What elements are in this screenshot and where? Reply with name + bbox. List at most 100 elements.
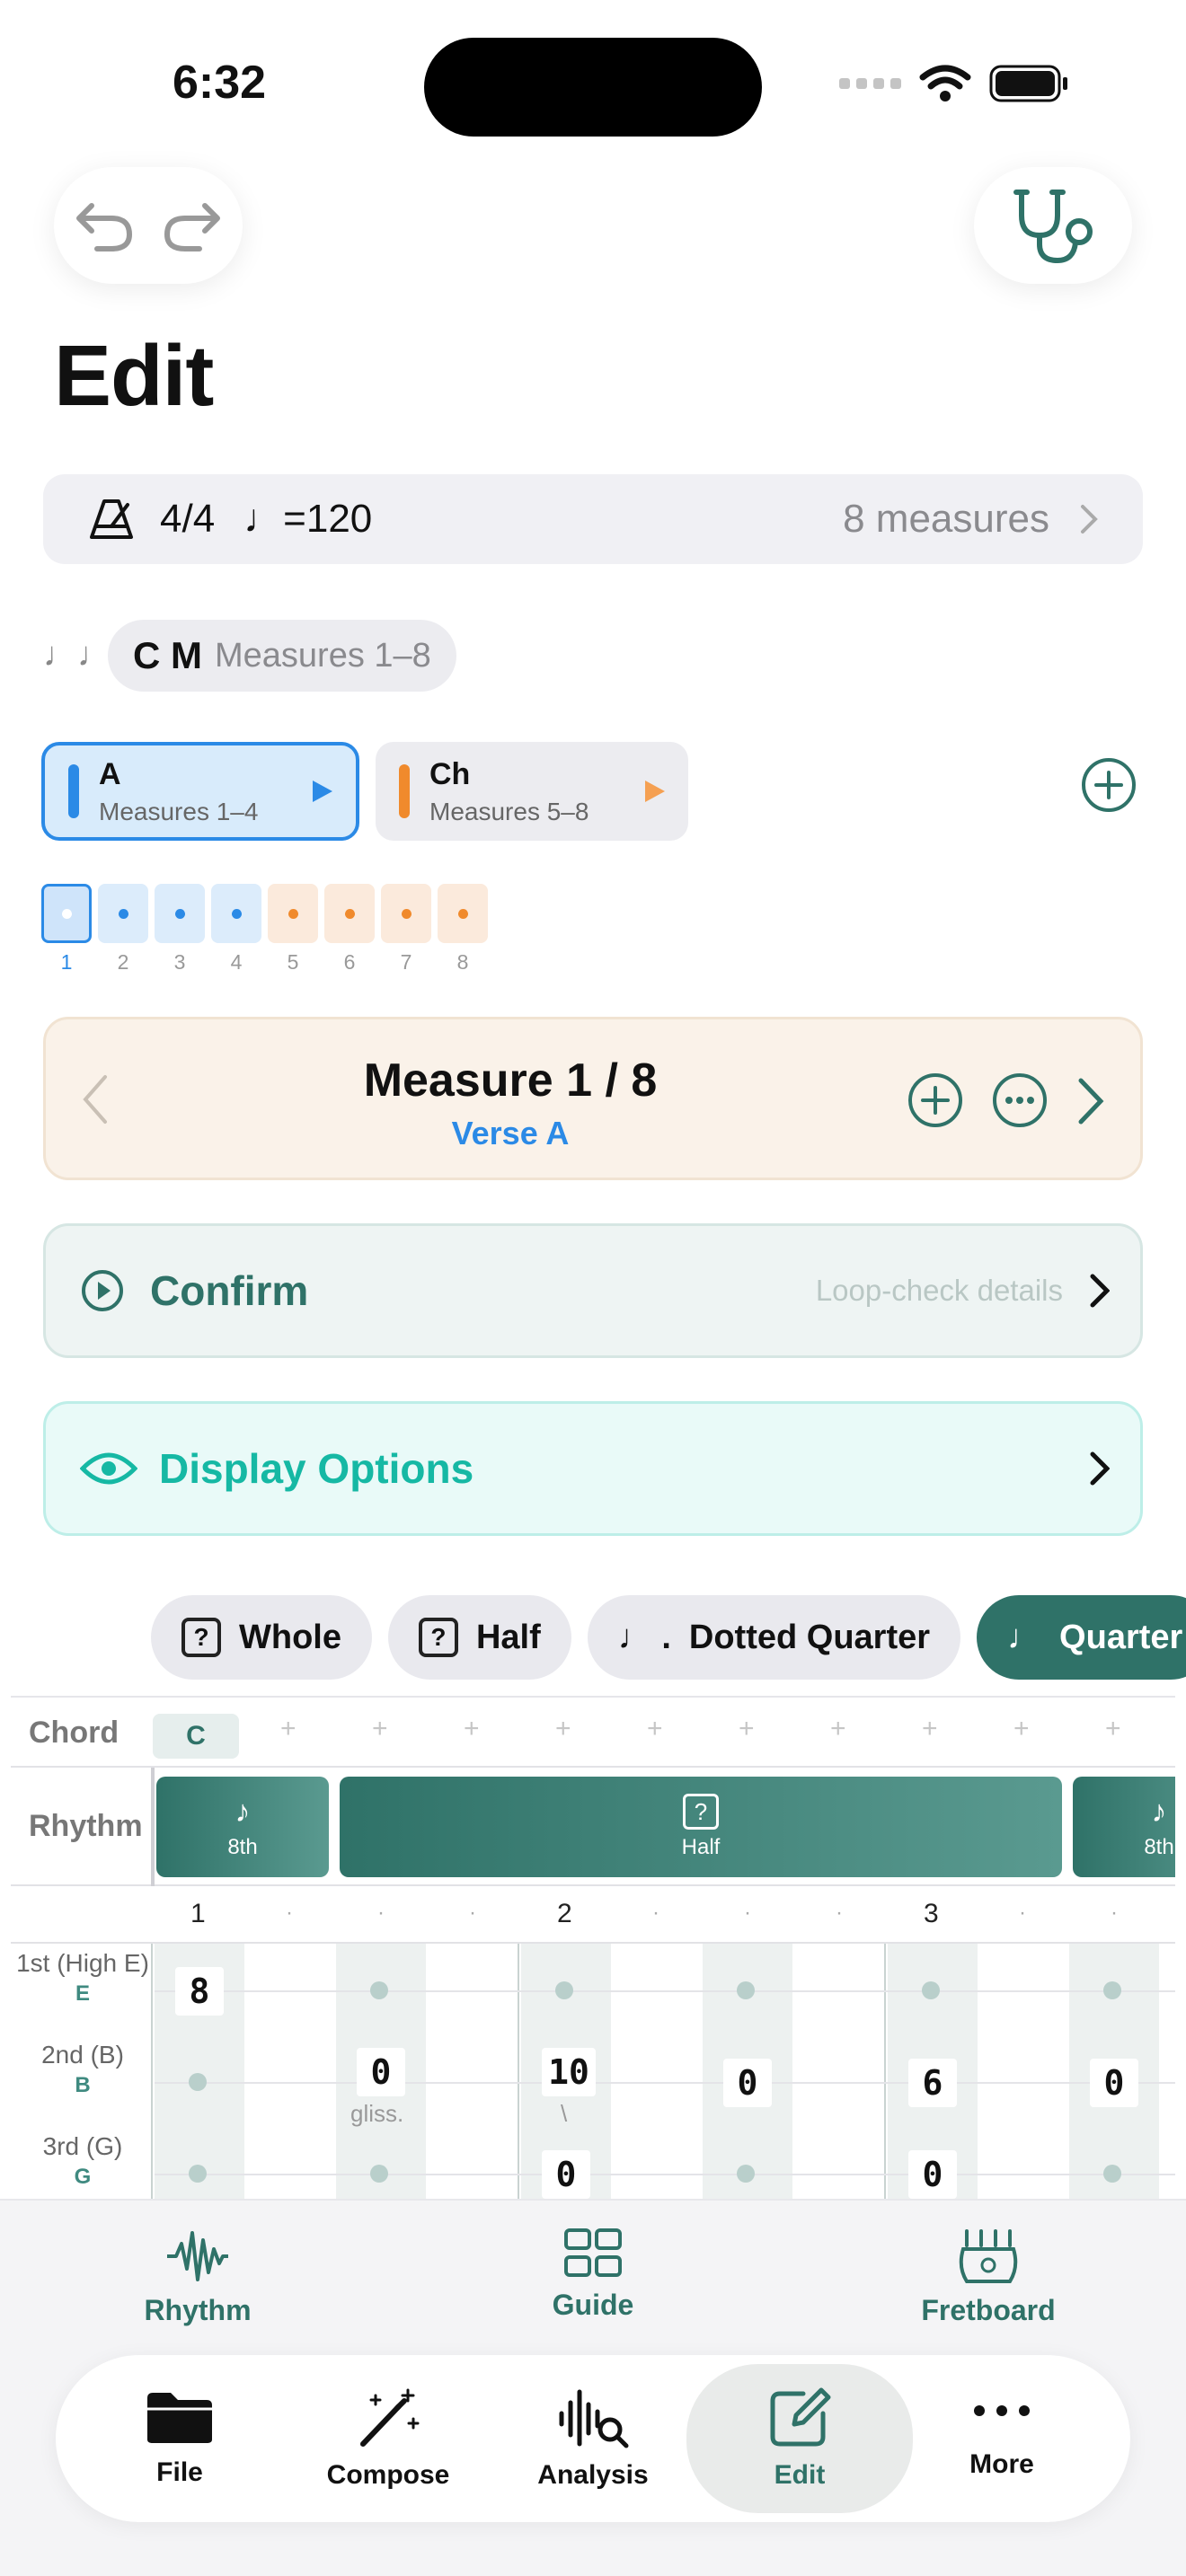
chord-cell[interactable]: C <box>153 1714 239 1759</box>
section-a[interactable]: A Measures 1–4 <box>41 742 359 841</box>
measure-navigator: 1 2 3 4 5 6 7 8 <box>41 884 488 975</box>
key-chip[interactable]: C M Measures 1–8 <box>108 620 456 692</box>
tab-editor-grid: Chord C + + + + + + + + + + Rhythm ♪ 8th… <box>11 1696 1175 2199</box>
chevron-right-icon <box>1090 1274 1110 1308</box>
duration-half[interactable]: ? Half <box>387 1595 571 1680</box>
measure-section-name: Verse A <box>451 1115 570 1151</box>
measure-dot[interactable]: 7 <box>381 884 431 975</box>
chevron-right-icon[interactable] <box>1077 1077 1104 1125</box>
rhythm-row: Rhythm ♪ 8th ? Half ♪ 8th <box>11 1769 1175 1886</box>
eighth-note-icon: ♪ <box>235 1794 251 1829</box>
chevron-right-icon <box>1081 505 1098 534</box>
fret-cell[interactable]: 0 <box>357 2048 405 2096</box>
rhythm-row-label: Rhythm <box>29 1809 143 1843</box>
empty-cell[interactable] <box>370 1981 388 1999</box>
add-chord-cell[interactable]: + <box>830 1714 846 1744</box>
fret-cell[interactable]: 10 <box>542 2048 596 2096</box>
redo-icon[interactable] <box>162 198 223 252</box>
unknown-note-icon: ? <box>683 1794 719 1830</box>
add-chord-cell[interactable]: + <box>280 1714 296 1744</box>
duration-whole[interactable]: ? Whole <box>151 1595 372 1680</box>
measure-dot[interactable]: 1 <box>41 884 92 975</box>
measure-dot[interactable]: 4 <box>211 884 261 975</box>
fret-cell[interactable]: 8 <box>175 1967 224 2016</box>
battery-icon <box>989 65 1067 102</box>
section-color-bar <box>399 764 410 818</box>
ellipsis-icon <box>974 2405 1030 2416</box>
add-chord-cell[interactable]: + <box>739 1714 755 1744</box>
signal-icon <box>839 78 901 89</box>
tab-file[interactable]: File <box>101 2355 259 2522</box>
duration-quarter[interactable]: ♩ Quarter <box>977 1595 1186 1680</box>
fret-cell[interactable]: 0 <box>542 2150 590 2199</box>
tab-compose[interactable]: Compose <box>298 2355 478 2522</box>
add-chord-cell[interactable]: + <box>647 1714 663 1744</box>
fret-cell[interactable]: 6 <box>908 2059 957 2107</box>
eye-icon <box>80 1452 137 1485</box>
section-ch[interactable]: Ch Measures 5–8 <box>376 742 688 841</box>
empty-cell[interactable] <box>1103 1981 1121 1999</box>
empty-cell[interactable] <box>922 1981 940 1999</box>
measure-dot[interactable]: 2 <box>98 884 148 975</box>
measure-dot[interactable]: 5 <box>268 884 318 975</box>
chevron-right-icon <box>1090 1451 1110 1486</box>
string-label: 3rd (G) G <box>42 2132 123 2189</box>
technique-label: gliss. <box>350 2100 404 2127</box>
measure-dot[interactable]: 6 <box>324 884 375 975</box>
add-chord-cell[interactable]: + <box>1013 1714 1030 1744</box>
add-chord-cell[interactable]: + <box>372 1714 388 1744</box>
empty-cell[interactable] <box>737 2165 755 2183</box>
tab-analysis[interactable]: Analysis <box>505 2355 681 2522</box>
play-icon[interactable] <box>311 779 334 804</box>
add-chord-cell[interactable]: + <box>1105 1714 1121 1744</box>
empty-cell[interactable] <box>737 1981 755 1999</box>
rhythm-block[interactable]: ♪ 8th <box>1073 1777 1175 1877</box>
key-range: Measures 1–8 <box>215 636 431 675</box>
quarter-note-icon: ♩ <box>1007 1618 1042 1656</box>
folder-icon <box>147 2393 212 2443</box>
rhythm-block[interactable]: ♪ 8th <box>156 1777 329 1877</box>
fret-cell[interactable]: 0 <box>908 2150 957 2199</box>
magic-wand-icon <box>360 2388 420 2447</box>
play-icon[interactable] <box>643 779 667 804</box>
status-time: 6:32 <box>173 57 267 109</box>
key-name: C M <box>133 634 202 676</box>
waveform-icon <box>167 2231 228 2281</box>
undo-icon[interactable] <box>74 198 135 252</box>
nav-rhythm[interactable]: Rhythm <box>135 2228 261 2327</box>
tab-more[interactable]: More <box>934 2355 1069 2522</box>
song-settings-bar[interactable]: 4/4 ♩ =120 8 measures <box>43 474 1143 564</box>
add-chord-cell[interactable]: + <box>464 1714 480 1744</box>
duration-dotted-quarter[interactable]: ♩ . Dotted Quarter <box>587 1595 961 1680</box>
measure-dot[interactable]: 8 <box>438 884 488 975</box>
add-measure-icon[interactable] <box>907 1072 964 1129</box>
string-label: 2nd (B) B <box>41 2041 124 2097</box>
measure-dot[interactable]: 3 <box>155 884 205 975</box>
add-chord-cell[interactable]: + <box>555 1714 571 1744</box>
waveform-search-icon <box>559 2389 629 2448</box>
add-chord-cell[interactable]: + <box>922 1714 938 1744</box>
more-options-icon[interactable] <box>991 1072 1049 1129</box>
empty-cell[interactable] <box>370 2165 388 2183</box>
nav-guide[interactable]: Guide <box>530 2228 656 2322</box>
beat-number: 3 <box>924 1899 939 1928</box>
rhythm-block[interactable]: ? Half <box>340 1777 1062 1877</box>
empty-cell[interactable] <box>1103 2165 1121 2183</box>
confirm-hint: Loop-check details <box>815 1274 1063 1307</box>
nav-fretboard[interactable]: Fretboard <box>907 2228 1069 2327</box>
tab-bar: File Compose Analysis Edit More <box>56 2355 1130 2522</box>
display-options-row[interactable]: Display Options <box>43 1401 1143 1536</box>
diagnostics-button[interactable] <box>974 167 1132 284</box>
empty-cell[interactable] <box>189 2073 207 2091</box>
fret-cell[interactable]: 0 <box>1090 2059 1138 2107</box>
empty-cell[interactable] <box>189 2165 207 2183</box>
display-options-label: Display Options <box>159 1445 474 1492</box>
beat-row: 1 · · · 2 · · · 3 · · <box>11 1888 1175 1944</box>
empty-cell[interactable] <box>555 1981 573 1999</box>
tab-edit[interactable]: Edit <box>686 2364 913 2513</box>
add-section-icon[interactable] <box>1080 756 1137 814</box>
fret-cell[interactable]: 0 <box>723 2059 772 2107</box>
unknown-note-icon: ? <box>418 1618 458 1657</box>
string-rows: 1st (High E) E 2nd (B) B 3rd (G) G 8 0 g… <box>11 1944 1175 2199</box>
confirm-row[interactable]: Confirm Loop-check details <box>43 1223 1143 1358</box>
